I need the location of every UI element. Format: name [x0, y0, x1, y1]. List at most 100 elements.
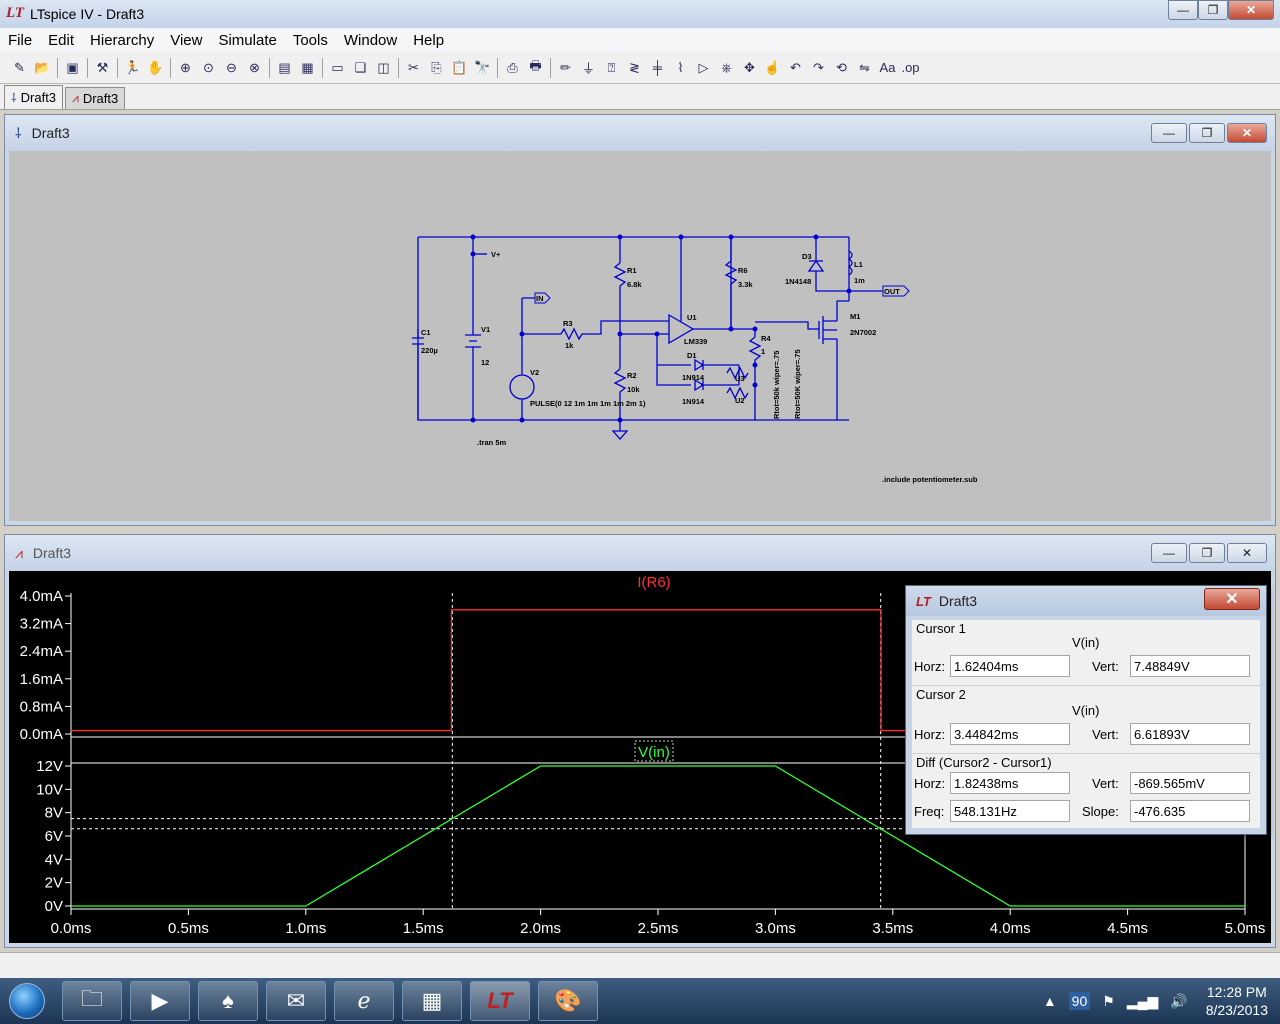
- menu-simulate[interactable]: Simulate: [210, 32, 284, 49]
- cursor2-vert-field[interactable]: 6.61893V: [1130, 723, 1250, 745]
- outlook-icon[interactable]: ✉: [266, 981, 326, 1021]
- internet-explorer-icon[interactable]: ℯ: [334, 981, 394, 1021]
- minimize-button[interactable]: —: [1168, 0, 1198, 20]
- menu-edit[interactable]: Edit: [40, 32, 82, 49]
- draw-wire-icon[interactable]: ✏: [554, 57, 577, 79]
- menu-help[interactable]: Help: [405, 32, 452, 49]
- label-r1-value: 6.8k: [627, 280, 642, 289]
- menu-window[interactable]: Window: [336, 32, 405, 49]
- open-icon[interactable]: 📂: [31, 57, 54, 79]
- chip-design-icon[interactable]: ▦: [402, 981, 462, 1021]
- volume-icon[interactable]: 🔊: [1170, 993, 1187, 1010]
- network-icon[interactable]: ▂▄▆: [1127, 993, 1158, 1010]
- resistor-icon[interactable]: ≷: [623, 57, 646, 79]
- show-hidden-icons-icon[interactable]: ▲: [1043, 993, 1057, 1009]
- cascade-icon[interactable]: ❏: [349, 57, 372, 79]
- tile-vertical-icon[interactable]: ◫: [372, 57, 395, 79]
- tile-horizontal-icon[interactable]: ▭: [326, 57, 349, 79]
- label-pot1: Rtot=50k wiper=.75: [772, 351, 781, 419]
- label-r3-value: 1k: [565, 341, 574, 350]
- print-icon[interactable]: 🖶: [524, 57, 547, 79]
- diff-horz-field[interactable]: 1.82438ms: [950, 772, 1070, 794]
- zoom-out-icon[interactable]: ⊖: [220, 57, 243, 79]
- close-button[interactable]: ✕: [1227, 543, 1267, 563]
- paste-icon[interactable]: 📋: [448, 57, 471, 79]
- print-setup-icon[interactable]: ⎙: [501, 57, 524, 79]
- menu-file[interactable]: File: [0, 32, 40, 49]
- label-r4: R4: [761, 334, 771, 343]
- restore-button[interactable]: ❐: [1189, 123, 1225, 143]
- cursor2-horz-field[interactable]: 3.44842ms: [950, 723, 1070, 745]
- menu-tools[interactable]: Tools: [285, 32, 336, 49]
- find-icon[interactable]: 🔭: [471, 57, 494, 79]
- close-button[interactable]: ✕: [1228, 0, 1274, 20]
- diff-vert-field[interactable]: -869.565mV: [1130, 772, 1250, 794]
- x-tick-label: 4.5ms: [1107, 920, 1148, 937]
- trace-label-vin[interactable]: V(in): [638, 744, 670, 761]
- toolbar-separator: [497, 57, 498, 78]
- copy-icon[interactable]: ⎘: [425, 57, 448, 79]
- cursor1-vert-label: Vert:: [1092, 659, 1119, 674]
- x-tick-label: 0.5ms: [168, 920, 209, 937]
- drag-icon[interactable]: ☝: [761, 57, 784, 79]
- text-icon[interactable]: Aa: [876, 57, 899, 79]
- media-player-icon[interactable]: ▶: [130, 981, 190, 1021]
- toolbar-separator: [269, 57, 270, 78]
- rotate-icon[interactable]: ⟲: [830, 57, 853, 79]
- mirror-icon[interactable]: ⇋: [853, 57, 876, 79]
- cursor-dialog-close-button[interactable]: ✕: [1204, 588, 1260, 610]
- redo-icon[interactable]: ↷: [807, 57, 830, 79]
- zoom-in-icon[interactable]: ⊕: [174, 57, 197, 79]
- slope-field[interactable]: -476.635: [1130, 800, 1250, 822]
- cut-icon[interactable]: ✂: [402, 57, 425, 79]
- y-tick-label: 2V: [45, 875, 63, 892]
- new-schematic-icon[interactable]: ✎: [8, 57, 31, 79]
- restore-button[interactable]: ❐: [1189, 543, 1225, 563]
- ground-icon[interactable]: ⏚: [577, 57, 600, 79]
- label-d3-value: 1N4148: [785, 277, 811, 286]
- pan-icon[interactable]: ✋: [144, 57, 167, 79]
- zoom-pan-icon[interactable]: ⊙: [197, 57, 220, 79]
- freq-label: Freq:: [914, 804, 945, 819]
- grid-icon[interactable]: ▦: [296, 57, 319, 79]
- label-d3: D3: [802, 252, 812, 261]
- move-icon[interactable]: ✥: [738, 57, 761, 79]
- waveform-icon: ⩘: [72, 91, 79, 105]
- spice-directive-icon[interactable]: .op: [899, 57, 922, 79]
- diff-horz-label: Horz:: [914, 776, 946, 791]
- control-panel-icon[interactable]: ⚒: [91, 57, 114, 79]
- cursor1-vert-field[interactable]: 7.48849V: [1130, 655, 1250, 677]
- diode-icon[interactable]: ▷: [692, 57, 715, 79]
- solitaire-icon[interactable]: ♠: [198, 981, 258, 1021]
- start-button[interactable]: [0, 978, 54, 1024]
- autorange-icon[interactable]: ▤: [273, 57, 296, 79]
- schematic-canvas[interactable]: V+ IN OUT C1 220µ V1 12 V2 PULSE(0 12 1m…: [9, 151, 1271, 521]
- close-button[interactable]: ✕: [1227, 123, 1267, 143]
- zoom-fit-icon[interactable]: ⊗: [243, 57, 266, 79]
- minimize-button[interactable]: —: [1151, 123, 1187, 143]
- menu-view[interactable]: View: [162, 32, 210, 49]
- inductor-icon[interactable]: ⌇: [669, 57, 692, 79]
- freq-field[interactable]: 548.131Hz: [950, 800, 1070, 822]
- run-icon[interactable]: 🏃: [121, 57, 144, 79]
- maximize-button[interactable]: ❐: [1198, 0, 1228, 20]
- label-net-icon[interactable]: ⍰: [600, 57, 623, 79]
- trace-label-ir6[interactable]: I(R6): [637, 574, 670, 591]
- save-icon[interactable]: ▣: [61, 57, 84, 79]
- tab-schematic[interactable]: ⸸ Draft3: [4, 85, 64, 109]
- tray-badge[interactable]: 90: [1068, 992, 1091, 1010]
- menu-hierarchy[interactable]: Hierarchy: [82, 32, 162, 49]
- capacitor-icon[interactable]: ╪: [646, 57, 669, 79]
- cursor2-label: Cursor 2: [916, 687, 966, 702]
- ltspice-taskbar-icon[interactable]: LT: [470, 981, 530, 1021]
- component-icon[interactable]: ⎈: [715, 57, 738, 79]
- minimize-button[interactable]: —: [1151, 543, 1187, 563]
- tab-waveform[interactable]: ⩘ Draft3: [65, 87, 126, 109]
- undo-icon[interactable]: ↶: [784, 57, 807, 79]
- clock[interactable]: 12:28 PM 8/23/2013: [1206, 983, 1268, 1019]
- flag-icon[interactable]: ⚑: [1102, 993, 1115, 1010]
- cursor1-horz-field[interactable]: 1.62404ms: [950, 655, 1070, 677]
- explorer-icon[interactable]: 🗀: [62, 981, 122, 1021]
- cursor1-label: Cursor 1: [916, 621, 966, 636]
- paint-icon[interactable]: 🎨: [538, 981, 598, 1021]
